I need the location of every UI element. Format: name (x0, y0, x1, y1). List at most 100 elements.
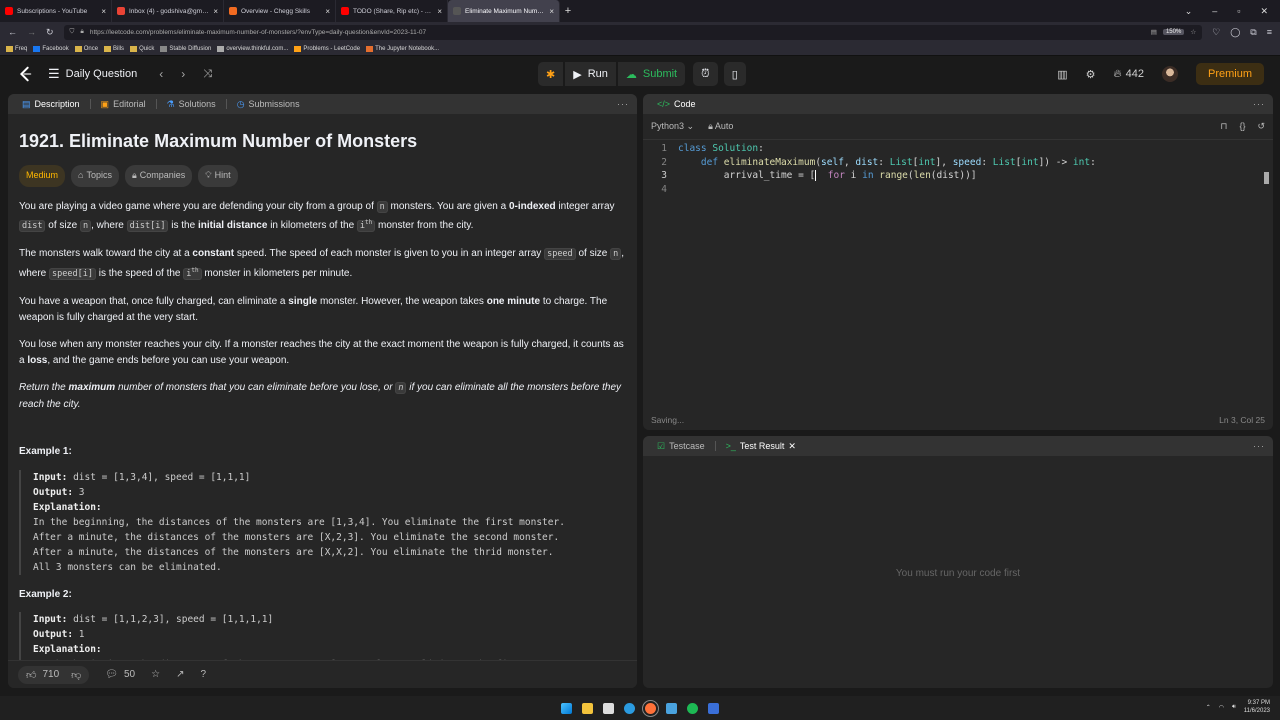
example-2-output: 1 (78, 629, 85, 641)
run-button[interactable]: ▶ Run (565, 62, 616, 86)
bookmark-item[interactable]: Problems - LeetCode (294, 45, 360, 52)
like-button[interactable]: 👍︎ 710 (26, 669, 59, 681)
wifi-icon[interactable]: ◠ (1219, 704, 1224, 711)
bookmark-item[interactable]: The Jupyter Notebook... (366, 45, 439, 52)
play-icon: ▶ (573, 68, 582, 81)
close-window-icon[interactable]: ✕ (1260, 6, 1268, 17)
daily-question-button[interactable]: ☰ Daily Question (48, 66, 137, 82)
help-button[interactable]: ? (200, 669, 206, 680)
bookmark-item[interactable]: Facebook (33, 45, 69, 52)
spotify-icon[interactable] (687, 702, 698, 714)
premium-button[interactable]: Premium (1195, 63, 1264, 85)
bookmark-item[interactable]: Freq (6, 45, 27, 52)
firefox-icon[interactable] (642, 699, 659, 717)
bookmark-item[interactable]: Bills (104, 45, 124, 52)
timer-button[interactable]: ⏰︎ (693, 62, 718, 86)
next-problem-icon[interactable]: › (181, 67, 185, 81)
tab-editorial[interactable]: ▣ Editorial (95, 99, 152, 110)
topics-badge[interactable]: ⌂ Topics (71, 165, 119, 187)
browser-tab[interactable]: Eliminate Maximum Number of × (448, 0, 560, 22)
prev-problem-icon[interactable]: ‹ (159, 67, 163, 81)
close-tab-icon[interactable]: × (437, 7, 442, 16)
close-tab-icon[interactable]: × (549, 7, 554, 16)
auto-mode-toggle[interactable]: 🔒︎ Auto (708, 121, 733, 132)
tab-list-icon[interactable]: ⌄ (1185, 6, 1193, 17)
account-icon[interactable]: ◯ (1230, 27, 1240, 38)
maximize-icon[interactable]: ▫ (1237, 6, 1240, 16)
tab-submissions[interactable]: ◷ Submissions (231, 99, 306, 110)
back-icon[interactable]: ← (8, 27, 17, 37)
store-icon[interactable] (603, 702, 614, 714)
url-bar[interactable]: ⛉ 🔒︎ https://leetcode.com/problems/elimi… (63, 24, 1203, 40)
reader-icon[interactable]: ▤ (1151, 28, 1157, 36)
tab-testcase[interactable]: ☑ Testcase (651, 441, 711, 452)
favorite-button[interactable]: ☆ (151, 669, 160, 680)
tab-favicon-icon (5, 7, 13, 15)
bookmark-item[interactable]: overview.thinkful.com... (217, 45, 289, 52)
reset-icon[interactable]: ↺ (1257, 121, 1265, 132)
close-tab-icon[interactable]: × (325, 7, 330, 16)
windows-start-icon[interactable] (561, 702, 572, 714)
code-more-icon[interactable]: ··· (1253, 99, 1265, 109)
browser-tab[interactable]: Overview - Chegg Skills × (224, 0, 336, 22)
zoom-badge[interactable]: 150% (1162, 29, 1185, 35)
browser-tab[interactable]: TODO (Share, Rip etc) - YouTube × (336, 0, 448, 22)
bookmark-icon[interactable]: ⊓ (1220, 121, 1227, 132)
bookmark-item[interactable]: Stable Diffusion (160, 45, 211, 52)
hint-badge[interactable]: 💡︎ Hint (198, 165, 238, 187)
companies-badge[interactable]: 🔒︎ Companies (124, 165, 193, 187)
leetcode-logo-icon[interactable] (16, 65, 34, 83)
share-button[interactable]: ↗ (176, 669, 184, 680)
settings-gear-icon[interactable]: ⚙ (1086, 68, 1096, 81)
tab-code[interactable]: </> Code (651, 99, 702, 109)
tab-solutions[interactable]: ⚗ Solutions (161, 99, 222, 110)
browser-tab[interactable]: Inbox (4) - godshiva@gmail.com × (112, 0, 224, 22)
editor-scrollbar[interactable] (1264, 172, 1269, 184)
volume-icon[interactable]: 🔊︎ (1232, 704, 1236, 711)
dislike-button[interactable]: 👎︎ (71, 669, 81, 681)
bookmark-item[interactable]: Once (74, 45, 98, 52)
file-explorer-icon[interactable] (582, 702, 593, 714)
edge-icon[interactable] (624, 702, 635, 714)
clock[interactable]: 9:37 PM 11/6/2023 (1244, 699, 1270, 715)
tab-test-result[interactable]: >_ Test Result ✕ (720, 441, 802, 452)
reload-icon[interactable]: ↻ (46, 27, 54, 38)
language-label: Python3 (651, 121, 685, 131)
debug-button[interactable]: ✱ (538, 62, 564, 86)
close-tab-icon[interactable]: × (101, 7, 106, 16)
difficulty-badge[interactable]: Medium (19, 165, 66, 187)
bookmarks-bar: Freq Facebook Once Bills Quick Stable Diffusi… (0, 42, 1280, 56)
bookmark-star-icon[interactable]: ☆ (1190, 28, 1196, 36)
new-tab-button[interactable]: + (560, 0, 576, 22)
shuffle-icon[interactable]: ⤨ (203, 68, 212, 81)
avatar[interactable] (1161, 66, 1178, 82)
language-select[interactable]: Python3 ⌄ (651, 121, 694, 132)
test-more-icon[interactable]: ··· (1253, 441, 1265, 451)
streak-counter[interactable]: 🔥︎ 442 (1114, 68, 1144, 81)
layout-icon[interactable]: ▥ (1057, 68, 1067, 81)
clock-time: 9:37 PM (1247, 700, 1270, 706)
extensions-icon[interactable]: ⧉ (1250, 27, 1256, 38)
app-b-icon[interactable] (708, 702, 719, 714)
code-editor[interactable]: 1 class Solution: 2 def eliminateMaximum(… (643, 142, 1273, 410)
minimize-icon[interactable]: – (1212, 6, 1217, 16)
close-tab-icon[interactable]: ✕ (788, 441, 796, 452)
browser-tab[interactable]: Subscriptions - YouTube × (0, 0, 112, 22)
format-braces-icon[interactable]: {} (1239, 121, 1245, 132)
bookmark-item[interactable]: Quick (130, 45, 154, 52)
tray-chevron-icon[interactable]: ⌃ (1206, 704, 1211, 711)
tab-description[interactable]: ▤ Description (16, 99, 86, 110)
tab-code-label: Code (674, 99, 696, 109)
explanation-line: After a minute, the distances of the mon… (33, 546, 554, 558)
comments-button[interactable]: 💬︎ 50 (105, 669, 135, 680)
pocket-icon[interactable]: ♡ (1212, 27, 1220, 38)
notepad-icon[interactable] (666, 702, 677, 714)
notes-button[interactable]: ▯ (723, 62, 746, 86)
thumbs-down-icon: 👎︎ (71, 669, 82, 681)
submit-button[interactable]: ☁ Submit (617, 62, 686, 86)
menu-icon[interactable]: ≡ (1267, 27, 1272, 37)
forward-icon[interactable]: → (27, 27, 36, 37)
close-tab-icon[interactable]: × (213, 7, 218, 16)
more-options-icon[interactable]: ··· (617, 99, 629, 109)
bookmark-label: overview.thinkful.com... (226, 45, 289, 52)
